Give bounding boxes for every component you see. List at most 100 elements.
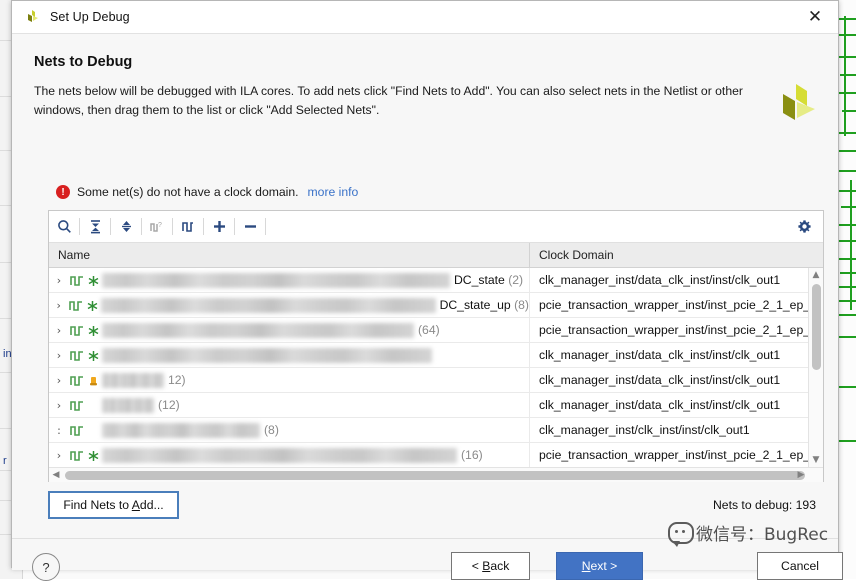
dialog-title: Set Up Debug: [50, 10, 130, 24]
cell-name[interactable]: › (16): [49, 443, 530, 467]
remove-nets-icon[interactable]: [235, 214, 265, 240]
add-nets-icon[interactable]: [204, 214, 234, 240]
find-nets-to-add-button[interactable]: Find Nets to Add...: [48, 491, 179, 519]
back-button[interactable]: < Back: [451, 552, 530, 580]
unknown-clock-domain-icon[interactable]: ?: [142, 214, 172, 240]
next-button-label: Next >: [581, 559, 618, 573]
table-row[interactable]: › DC_state_up (8) pcie_transaction_wrapper…: [49, 293, 823, 318]
net-waveform-icon: [69, 273, 86, 287]
nets-to-debug-label: Nets to debug:: [712, 498, 793, 512]
column-header-clock-domain[interactable]: Clock Domain: [530, 243, 823, 267]
search-icon[interactable]: [49, 214, 79, 240]
warning-message: Some net(s) do not have a clock domain.: [77, 185, 299, 199]
xilinx-logo-icon: [25, 9, 41, 25]
table-row[interactable]: › (12) clk_manager_inst/data_clk_inst/inst…: [49, 393, 823, 418]
row-expander-icon[interactable]: ›: [49, 449, 69, 462]
cell-clock-domain[interactable]: pcie_transaction_wrapper_inst/inst_pcie_…: [530, 293, 823, 317]
scroll-left-icon[interactable]: ◀: [49, 468, 63, 482]
row-net-count: (16): [461, 448, 483, 462]
page-title: Nets to Debug: [34, 54, 133, 70]
nets-toolbar: ?: [49, 211, 823, 243]
green-asterisk-icon: [88, 324, 99, 336]
cell-name[interactable]: › (12): [49, 393, 530, 417]
close-icon[interactable]: ✕: [802, 5, 828, 29]
row-expander-icon[interactable]: ›: [49, 324, 69, 337]
nets-to-debug-value: 193: [795, 498, 816, 512]
redacted-net-name: [102, 372, 164, 388]
row-expander-icon[interactable]: ›: [49, 374, 69, 387]
cell-clock-domain[interactable]: clk_manager_inst/data_clk_inst/inst/clk_…: [530, 268, 823, 292]
dialog-titlebar: Set Up Debug ✕: [12, 1, 838, 34]
cell-name[interactable]: › DC_state (2): [49, 268, 530, 292]
green-asterisk-icon: [88, 274, 99, 286]
more-info-link[interactable]: more info: [308, 185, 359, 199]
cell-name[interactable]: ›: [49, 343, 530, 367]
dialog-body: Nets to Debug The nets below will be deb…: [12, 34, 843, 581]
net-waveform-icon: [69, 423, 86, 437]
net-waveform-icon: [69, 448, 86, 462]
row-name-suffix: (8): [264, 423, 279, 437]
vertical-scroll-thumb[interactable]: [812, 284, 821, 370]
cell-clock-domain[interactable]: clk_manager_inst/data_clk_inst/inst/clk_…: [530, 343, 823, 367]
cancel-button[interactable]: Cancel: [757, 552, 843, 580]
page-description: The nets below will be debugged with ILA…: [34, 84, 743, 117]
row-net-count: 12): [168, 373, 186, 387]
gear-icon[interactable]: [793, 215, 815, 237]
row-expander-icon[interactable]: ›: [49, 274, 69, 287]
table-horizontal-scrollbar[interactable]: ◀ ▶: [49, 467, 823, 482]
cell-clock-domain[interactable]: clk_manager_inst/data_clk_inst/inst/clk_…: [530, 368, 823, 392]
table-row[interactable]: › 12) clk_manager_inst/data_clk_inst/inst/…: [49, 368, 823, 393]
cell-clock-domain[interactable]: pcie_transaction_wrapper_inst/inst_pcie_…: [530, 443, 823, 467]
cell-clock-domain[interactable]: pcie_transaction_wrapper_inst/inst_pcie_…: [530, 318, 823, 342]
scroll-up-icon[interactable]: ▲: [809, 268, 823, 282]
background-label-text-2: r: [3, 455, 7, 467]
cell-name[interactable]: : (8): [49, 418, 530, 442]
nets-panel: ? Name Clock Domain › DC_state (2) clk_m…: [48, 210, 824, 482]
cancel-button-label: Cancel: [781, 559, 819, 573]
xilinx-brand-icon: [778, 82, 818, 126]
clock-domain-warning: ! Some net(s) do not have a clock domain…: [56, 185, 358, 199]
row-net-count: (8): [514, 298, 529, 312]
green-asterisk-icon: [87, 299, 98, 311]
table-row[interactable]: › (64) pcie_transaction_wrapper_inst/inst_…: [49, 318, 823, 343]
row-net-count: (2): [508, 273, 524, 287]
cell-clock-domain[interactable]: clk_manager_inst/clk_inst/inst/clk_out1: [530, 418, 823, 442]
expand-all-icon[interactable]: [111, 214, 141, 240]
column-header-name[interactable]: Name: [49, 243, 530, 267]
row-net-count: (8): [264, 423, 279, 437]
net-waveform-icon: [68, 298, 85, 312]
net-waveform-icon: [69, 398, 86, 412]
clock-domain-icon[interactable]: [173, 214, 203, 240]
next-button[interactable]: Next >: [556, 552, 643, 580]
net-waveform-icon: [69, 373, 86, 387]
help-button[interactable]: ?: [32, 553, 60, 581]
no-flag-icon: [88, 424, 99, 436]
table-row[interactable]: › DC_state (2) clk_manager_inst/data_clk_i…: [49, 268, 823, 293]
table-vertical-scrollbar[interactable]: ▲ ▼: [808, 268, 823, 467]
table-row[interactable]: : (8) clk_manager_inst/clk_inst/inst/clk_o…: [49, 418, 823, 443]
cell-name[interactable]: › (64): [49, 318, 530, 342]
redacted-net-name: [102, 322, 414, 338]
row-expander-icon[interactable]: ›: [49, 349, 69, 362]
toolbar-separator-7: [265, 218, 266, 235]
row-expander-icon[interactable]: ›: [49, 299, 68, 312]
row-net-count: (12): [158, 398, 180, 412]
cell-clock-domain[interactable]: clk_manager_inst/data_clk_inst/inst/clk_…: [530, 393, 823, 417]
table-body: › DC_state (2) clk_manager_inst/data_clk_i…: [49, 268, 823, 467]
row-name-suffix: DC_state_up (8): [439, 298, 529, 312]
nets-to-debug-count: Nets to debug: 193: [713, 498, 816, 512]
table-row[interactable]: › (16) pcie_transaction_wrapper_inst/inst_…: [49, 443, 823, 467]
redacted-net-name: [102, 422, 260, 438]
redacted-net-name: [102, 447, 457, 463]
cell-name[interactable]: › 12): [49, 368, 530, 392]
horizontal-scroll-thumb[interactable]: [65, 471, 805, 480]
collapse-all-icon[interactable]: [80, 214, 110, 240]
scroll-down-icon[interactable]: ▼: [809, 453, 823, 467]
table-row[interactable]: › clk_manager_inst/data_clk_inst/inst/clk…: [49, 343, 823, 368]
row-expander-icon[interactable]: :: [49, 424, 69, 437]
row-expander-icon[interactable]: ›: [49, 399, 69, 412]
cell-name[interactable]: › DC_state_up (8): [49, 293, 530, 317]
green-asterisk-icon: [88, 349, 99, 361]
redacted-net-name: [102, 347, 432, 363]
scroll-right-icon[interactable]: ▶: [794, 468, 808, 482]
